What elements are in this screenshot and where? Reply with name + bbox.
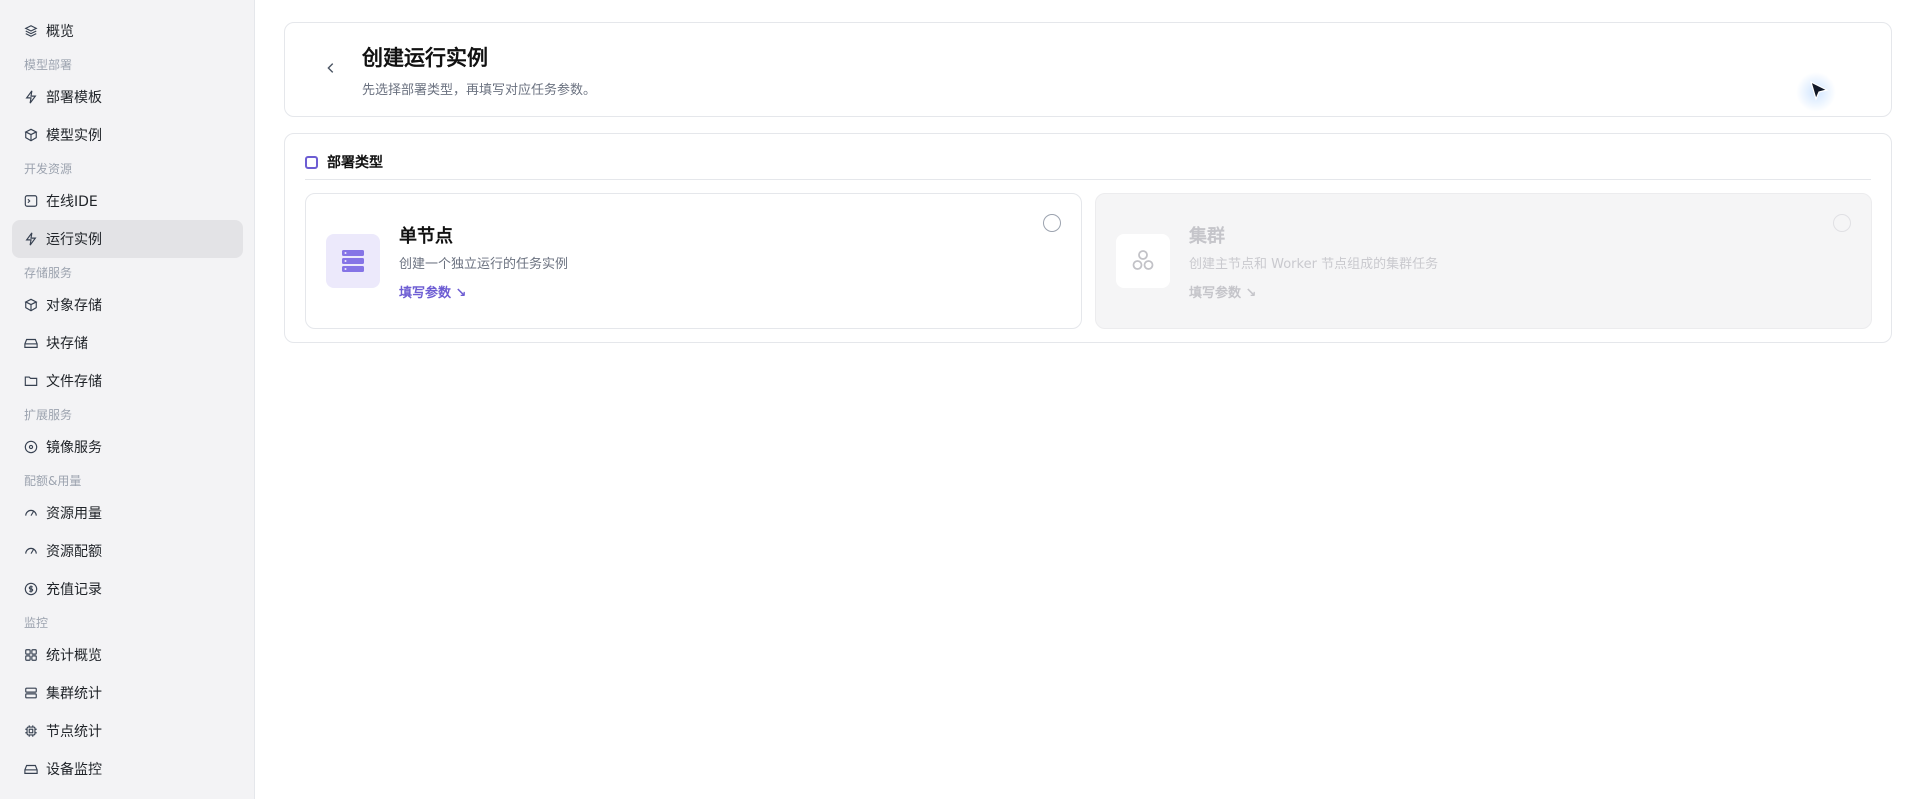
- option-description: 创建主节点和 Worker 节点组成的集群任务: [1189, 257, 1439, 272]
- sidebar-item-block-storage[interactable]: 块存储: [12, 324, 243, 362]
- sidebar-item-label: 概览: [46, 24, 74, 40]
- sidebar-item-overview[interactable]: 概览: [12, 12, 243, 50]
- divider: [305, 179, 1871, 180]
- deploy-type-panel: 部署类型 单节点 创建一个独立运行的任务实例 填写参数 ↘ 集群 创建主节点和 …: [284, 133, 1892, 343]
- chevron-left-icon: [327, 63, 334, 73]
- sidebar-section-label: 扩展服务: [24, 408, 73, 422]
- sidebar: 概览 模型部署 部署模板 模型实例 开发资源 在线IDE 运行实例 存储服务 对…: [0, 0, 255, 799]
- sidebar-item-label: 节点统计: [46, 724, 102, 740]
- sidebar-item-model-instances[interactable]: 模型实例: [12, 116, 243, 154]
- sidebar-item-deploy-templates[interactable]: 部署模板: [12, 78, 243, 116]
- sidebar-section-label: 存储服务: [24, 266, 73, 280]
- drive-icon: [24, 336, 38, 350]
- drive-icon: [24, 762, 38, 776]
- sidebar-item-label: 集群统计: [46, 686, 102, 702]
- sidebar-item-resource-quota[interactable]: 资源配额: [12, 532, 243, 570]
- server-icon: [24, 686, 38, 700]
- layers-icon: [24, 24, 38, 38]
- sidebar-item-label: 资源配额: [46, 544, 102, 560]
- sidebar-item-resource-usage[interactable]: 资源用量: [12, 494, 243, 532]
- page-title: 创建运行实例: [362, 46, 488, 70]
- grid-icon: [24, 648, 38, 662]
- option-title: 单节点: [399, 226, 453, 247]
- box-icon: [24, 298, 38, 312]
- back-button[interactable]: [321, 58, 341, 78]
- sidebar-item-image-service[interactable]: 镜像服务: [12, 428, 243, 466]
- page-header: 创建运行实例 先选择部署类型，再填写对应任务参数。: [284, 22, 1892, 117]
- sidebar-item-stats-overview[interactable]: 统计概览: [12, 636, 243, 674]
- sidebar-item-device-monitor[interactable]: 设备监控: [12, 750, 243, 788]
- sidebar-item-cluster-stats[interactable]: 集群统计: [12, 674, 243, 712]
- sidebar-item-label: 部署模板: [46, 90, 102, 106]
- sidebar-section-label: 配额&用量: [24, 474, 82, 488]
- option-title: 集群: [1189, 226, 1225, 247]
- sidebar-item-label: 统计概览: [46, 648, 102, 664]
- section-header: 部署类型: [305, 152, 383, 172]
- sidebar-item-label: 运行实例: [46, 232, 102, 248]
- page-subtitle: 先选择部署类型，再填写对应任务参数。: [362, 83, 597, 98]
- sidebar-item-label: 块存储: [46, 336, 88, 352]
- dollar-circle-icon: [24, 582, 38, 596]
- sidebar-item-object-storage[interactable]: 对象存储: [12, 286, 243, 324]
- sidebar-item-label: 文件存储: [46, 374, 102, 390]
- sidebar-item-label: 模型实例: [46, 128, 102, 144]
- terminal-icon: [24, 194, 38, 208]
- sidebar-item-label: 充值记录: [46, 582, 102, 598]
- option-radio: [1833, 214, 1851, 232]
- fill-params-link[interactable]: 填写参数 ↘: [399, 282, 466, 301]
- sidebar-item-label: 设备监控: [46, 762, 102, 778]
- option-card-single-node[interactable]: 单节点 创建一个独立运行的任务实例 填写参数 ↘: [305, 193, 1082, 329]
- sidebar-item-label: 镜像服务: [46, 440, 102, 456]
- app-root: 概览 模型部署 部署模板 模型实例 开发资源 在线IDE 运行实例 存储服务 对…: [0, 0, 1920, 799]
- server-stack-icon: [326, 234, 380, 288]
- sidebar-item-recharge-records[interactable]: 充值记录: [12, 570, 243, 608]
- sidebar-item-node-stats[interactable]: 节点统计: [12, 712, 243, 750]
- sidebar-item-running-instances[interactable]: 运行实例: [12, 220, 243, 258]
- sidebar-item-label: 在线IDE: [46, 194, 98, 210]
- option-card-cluster: 集群 创建主节点和 Worker 节点组成的集群任务 填写参数 ↘: [1095, 193, 1872, 329]
- folder-icon: [24, 374, 38, 388]
- cluster-icon: [1116, 234, 1170, 288]
- lightning-icon: [24, 90, 38, 104]
- sidebar-item-file-storage[interactable]: 文件存储: [12, 362, 243, 400]
- chip-icon: [24, 724, 38, 738]
- lightning-icon: [24, 232, 38, 246]
- sidebar-section-label: 开发资源: [24, 162, 73, 176]
- gauge-icon: [24, 506, 38, 520]
- section-marker-icon: [305, 155, 318, 169]
- sidebar-item-online-ide[interactable]: 在线IDE: [12, 182, 243, 220]
- disc-icon: [24, 440, 38, 454]
- cursor-icon: [1810, 80, 1829, 101]
- sidebar-section-label: 监控: [24, 616, 49, 630]
- sidebar-section-label: 模型部署: [24, 58, 73, 72]
- gauge-icon: [24, 544, 38, 558]
- cube-icon: [24, 128, 38, 142]
- sidebar-item-label: 资源用量: [46, 506, 102, 522]
- option-description: 创建一个独立运行的任务实例: [399, 257, 569, 272]
- sidebar-item-label: 对象存储: [46, 298, 102, 314]
- option-radio[interactable]: [1043, 214, 1061, 232]
- section-title: 部署类型: [327, 155, 383, 171]
- fill-params-link: 填写参数 ↘: [1189, 286, 1257, 301]
